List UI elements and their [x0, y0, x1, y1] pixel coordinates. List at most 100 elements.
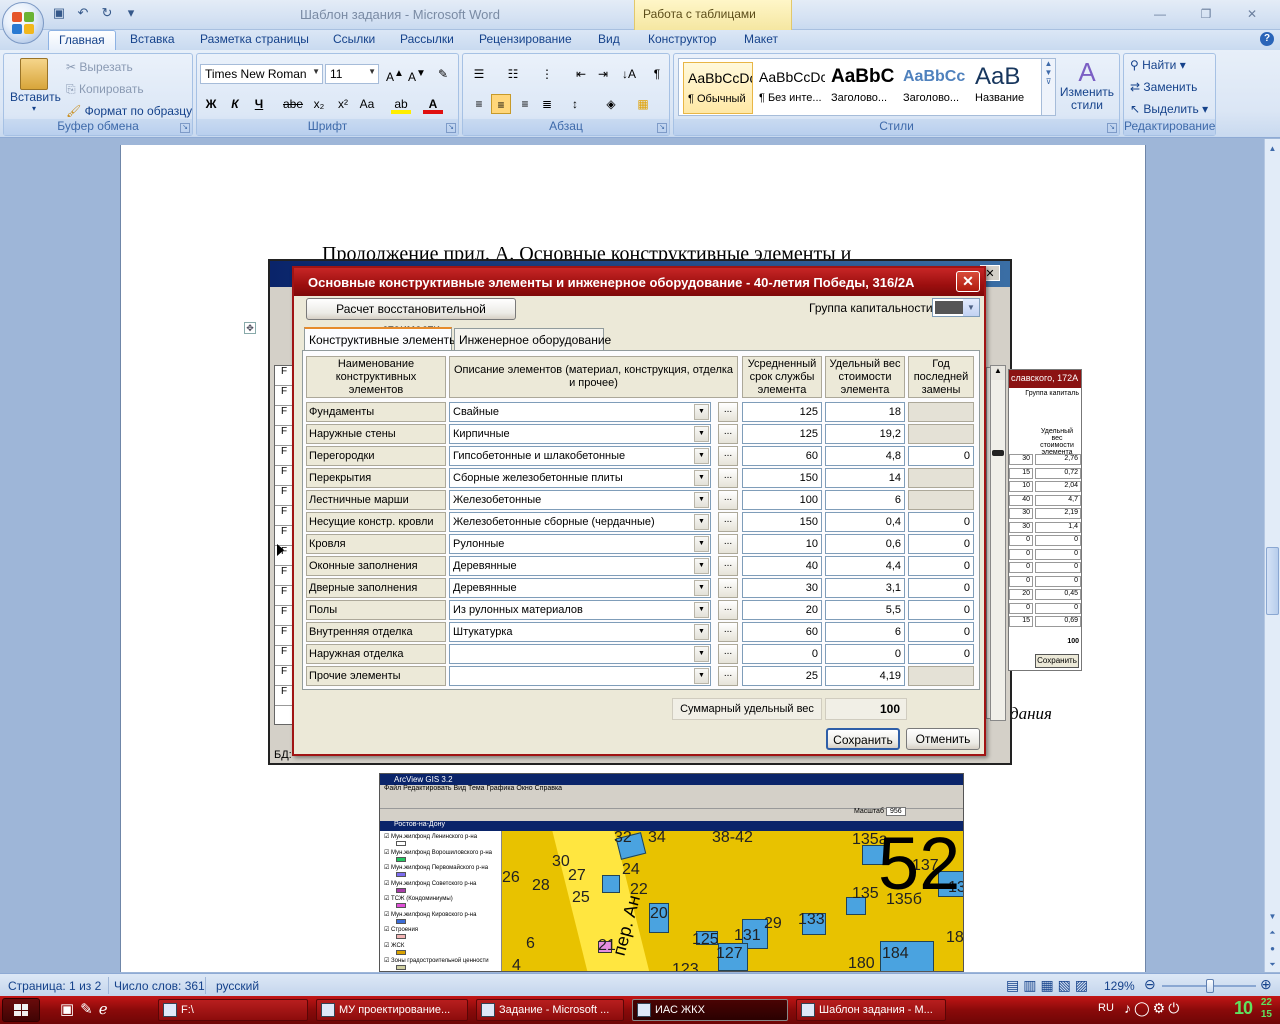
browse-object-icon[interactable]: ● [1265, 941, 1280, 956]
row-details-button[interactable]: ... [718, 600, 738, 620]
row-weight-input[interactable]: 6 [825, 622, 905, 642]
row-service-life-input[interactable]: 25 [742, 666, 822, 686]
tab-mailings[interactable]: Рассылки [400, 30, 454, 50]
row-details-button[interactable]: ... [718, 512, 738, 532]
style-heading-2[interactable]: AaBbCc Заголово... [899, 62, 969, 114]
redo-icon[interactable]: ↻ [98, 5, 116, 23]
highlight-icon[interactable]: ab [391, 94, 411, 114]
superscript-button[interactable]: x² [333, 94, 353, 114]
row-description-select[interactable]: Гипсобетонные и шлакобетонные ▼ [449, 446, 711, 466]
close-icon[interactable]: ✕ [1230, 4, 1274, 24]
row-last-replacement-input[interactable]: 0 [908, 578, 974, 598]
tab-insert[interactable]: Вставка [130, 30, 175, 50]
dialog-scrollbar[interactable]: ▲ [990, 365, 1006, 721]
zoom-out-icon[interactable]: ⊖ [1144, 976, 1156, 993]
view-buttons-icon[interactable]: ▤▥▦▧▨ [1006, 977, 1092, 994]
bullets-icon[interactable]: ☰ [469, 64, 489, 84]
row-last-replacement-input[interactable]: 0 [908, 644, 974, 664]
row-details-button[interactable]: ... [718, 666, 738, 686]
row-service-life-input[interactable]: 40 [742, 556, 822, 576]
subscript-button[interactable]: x₂ [309, 94, 329, 114]
strikethrough-button[interactable]: abe [283, 94, 303, 114]
tray-icons[interactable]: ♪◯⚙⏻ [1124, 1000, 1182, 1017]
row-description-select[interactable]: Рулонные ▼ [449, 534, 711, 554]
increase-indent-icon[interactable]: ⇥ [593, 64, 613, 84]
tab-page-layout[interactable]: Разметка страницы [200, 30, 309, 50]
style-title[interactable]: AaB Название [971, 62, 1041, 114]
font-size-combo[interactable]: 11 ▼ [325, 64, 379, 84]
start-button[interactable] [2, 998, 40, 1022]
grow-font-button[interactable]: A▲ [385, 64, 405, 84]
find-button[interactable]: ⚲ Найти ▾ [1130, 58, 1186, 72]
clock[interactable]: 10 [1234, 998, 1253, 1019]
row-details-button[interactable]: ... [718, 578, 738, 598]
row-last-replacement-input[interactable]: 0 [908, 622, 974, 642]
tab-layout[interactable]: Макет [744, 30, 778, 50]
clipboard-launcher-icon[interactable]: ↘ [180, 123, 190, 133]
tab-engineering-equipment[interactable]: Инженерное оборудование [454, 328, 611, 350]
row-last-replacement-input[interactable]: 0 [908, 512, 974, 532]
row-description-select[interactable]: Из рулонных материалов ▼ [449, 600, 711, 620]
word-count[interactable]: Число слов: 361 [114, 979, 205, 993]
capital-group-select[interactable]: ▼ [932, 298, 980, 317]
page-count[interactable]: Страница: 1 из 2 [8, 979, 101, 993]
scroll-up-icon[interactable]: ▲ [1265, 141, 1280, 156]
row-service-life-input[interactable]: 30 [742, 578, 822, 598]
scroll-thumb[interactable] [1266, 547, 1279, 615]
row-description-select[interactable]: Штукатурка ▼ [449, 622, 711, 642]
row-description-select[interactable]: ▼ [449, 666, 711, 686]
copy-button[interactable]: ⎘ Копировать [66, 82, 144, 97]
row-details-button[interactable]: ... [718, 490, 738, 510]
tab-structural-elements[interactable]: Конструктивные элементы [304, 327, 458, 350]
row-weight-input[interactable]: 0 [825, 644, 905, 664]
row-details-button[interactable]: ... [718, 556, 738, 576]
table-move-handle-icon[interactable]: ✥ [244, 322, 256, 334]
language-indicator[interactable]: RU [1098, 1002, 1114, 1014]
row-weight-input[interactable]: 4,4 [825, 556, 905, 576]
scroll-up-icon[interactable]: ▲ [991, 366, 1005, 380]
row-description-select[interactable]: Кирпичные ▼ [449, 424, 711, 444]
tab-references[interactable]: Ссылки [333, 30, 375, 50]
paste-button[interactable]: Вставить ▾ [10, 58, 61, 113]
font-name-combo[interactable]: Times New Roman ▼ [200, 64, 323, 84]
row-service-life-input[interactable]: 150 [742, 512, 822, 532]
change-case-button[interactable]: Aa [357, 94, 377, 114]
row-description-select[interactable]: Железобетонные сборные (чердачные) ▼ [449, 512, 711, 532]
task-item-mu[interactable]: МУ проектирование... [316, 999, 468, 1021]
office-button[interactable] [2, 2, 44, 44]
restore-icon[interactable]: ❐ [1184, 4, 1228, 24]
row-weight-input[interactable]: 0,6 [825, 534, 905, 554]
help-icon[interactable]: ? [1260, 32, 1274, 46]
row-service-life-input[interactable]: 10 [742, 534, 822, 554]
zoom-in-icon[interactable]: ⊕ [1260, 976, 1272, 993]
style-heading-1[interactable]: AaBbC Заголово... [827, 62, 897, 114]
style-no-spacing[interactable]: AaBbCcDc ¶ Без инте... [755, 62, 825, 114]
row-details-button[interactable]: ... [718, 644, 738, 664]
row-service-life-input[interactable]: 20 [742, 600, 822, 620]
row-description-select[interactable]: Деревянные ▼ [449, 578, 711, 598]
customize-qat-icon[interactable]: ▾ [122, 5, 140, 23]
row-weight-input[interactable]: 6 [825, 490, 905, 510]
row-last-replacement-input[interactable]: 0 [908, 534, 974, 554]
scroll-down-icon[interactable]: ▼ [1265, 909, 1280, 924]
gallery-scroll[interactable]: ▲ ▼ ⊽ [1041, 59, 1055, 115]
zoom-thumb[interactable] [1206, 979, 1214, 993]
row-last-replacement-input[interactable]: 0 [908, 556, 974, 576]
style-normal[interactable]: AaBbCcDc ¶ Обычный [683, 62, 753, 114]
row-weight-input[interactable]: 5,5 [825, 600, 905, 620]
row-service-life-input[interactable]: 150 [742, 468, 822, 488]
line-spacing-icon[interactable]: ↕ [565, 94, 585, 114]
next-page-icon[interactable]: ⏷ [1265, 957, 1280, 972]
italic-button[interactable]: К [225, 94, 245, 114]
row-weight-input[interactable]: 14 [825, 468, 905, 488]
row-weight-input[interactable]: 3,1 [825, 578, 905, 598]
cut-button[interactable]: ✂ Вырезать [66, 60, 133, 74]
scroll-thumb[interactable] [992, 450, 1004, 456]
row-details-button[interactable]: ... [718, 424, 738, 444]
quick-launch-icons[interactable]: ▣✎ℯ [60, 1000, 114, 1018]
row-weight-input[interactable]: 4,8 [825, 446, 905, 466]
prev-page-icon[interactable]: ⏶ [1265, 925, 1280, 940]
align-center-icon[interactable]: ≡ [491, 94, 511, 114]
clear-format-icon[interactable]: ✎ [433, 64, 453, 84]
row-details-button[interactable]: ... [718, 468, 738, 488]
